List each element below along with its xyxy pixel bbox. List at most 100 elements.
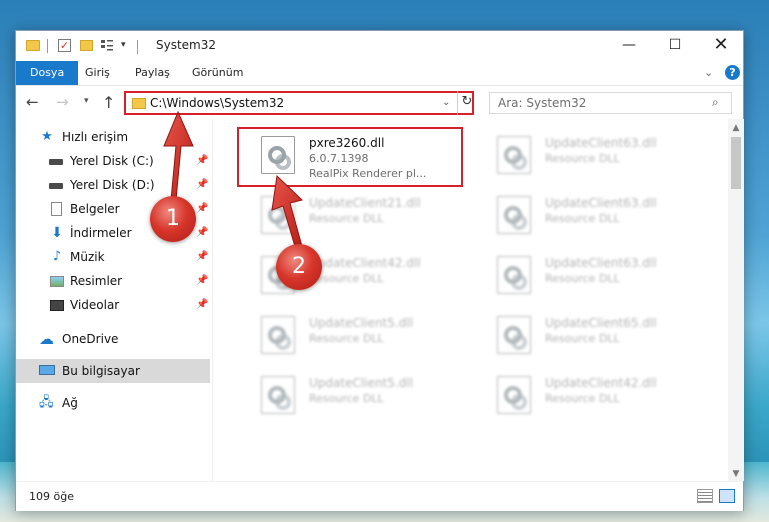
- sidebar-item-pictures[interactable]: Resimler 📌: [16, 269, 210, 293]
- scrollbar-thumb[interactable]: [731, 137, 741, 189]
- sidebar-item-onedrive[interactable]: ☁ OneDrive: [16, 327, 210, 351]
- sidebar-item-quick-access[interactable]: ★ Hızlı erişim: [16, 125, 210, 149]
- tab-view[interactable]: Görünüm: [180, 61, 255, 85]
- window-title: System32: [156, 38, 217, 52]
- sidebar-item-label: İndirmeler: [70, 226, 132, 240]
- new-folder-icon[interactable]: [80, 40, 93, 51]
- sidebar-item-disk-c[interactable]: Yerel Disk (C:) 📌: [16, 149, 210, 173]
- pin-icon[interactable]: 📌: [196, 197, 208, 221]
- properties-check-icon[interactable]: ✓: [58, 39, 71, 52]
- dll-file-icon: [497, 136, 531, 174]
- sidebar-item-label: Bu bilgisayar: [62, 364, 140, 378]
- sidebar-item-label: Yerel Disk (C:): [70, 154, 154, 168]
- sidebar-item-label: Videolar: [70, 298, 120, 312]
- disk-icon: [49, 159, 63, 165]
- dll-file-icon: [497, 256, 531, 294]
- star-icon: ★: [41, 129, 53, 144]
- file-item[interactable]: UpdateClient5.dll Resource DLL: [237, 368, 463, 426]
- file-item[interactable]: UpdateClient42.dll Resource DLL: [237, 248, 463, 306]
- computer-icon: [39, 365, 55, 375]
- file-version: Resource DLL: [309, 332, 384, 345]
- tab-home[interactable]: Giriş: [73, 61, 122, 85]
- file-name: UpdateClient21.dll: [309, 196, 421, 210]
- address-path[interactable]: C:\Windows\System32: [150, 96, 284, 110]
- file-name: UpdateClient5.dll: [309, 376, 413, 390]
- callout-2: 2: [276, 244, 322, 290]
- pin-icon[interactable]: 📌: [196, 245, 208, 269]
- expand-ribbon-chevron-icon[interactable]: ⌄: [704, 66, 713, 79]
- callout-1: 1: [150, 196, 196, 242]
- file-name: UpdateClient42.dll: [309, 256, 421, 270]
- file-item[interactable]: UpdateClient42.dll Resource DLL: [473, 368, 699, 426]
- pin-icon[interactable]: 📌: [196, 221, 208, 245]
- minimize-button[interactable]: —: [606, 31, 652, 61]
- tab-file[interactable]: Dosya: [16, 61, 79, 85]
- sidebar-item-music[interactable]: ♪ Müzik 📌: [16, 245, 210, 269]
- file-item[interactable]: UpdateClient21.dll Resource DLL: [237, 188, 463, 246]
- pin-icon[interactable]: 📌: [196, 293, 208, 317]
- scroll-down-arrow-icon[interactable]: ▼: [728, 469, 744, 479]
- file-version: Resource DLL: [545, 272, 620, 285]
- sidebar-item-label: Hızlı erişim: [62, 130, 129, 144]
- network-icon: 🖧: [39, 395, 54, 410]
- file-name: UpdateClient5.dll: [309, 316, 413, 330]
- sidebar-item-label: OneDrive: [62, 332, 119, 346]
- dll-file-icon: [497, 196, 531, 234]
- dll-file-icon: [261, 316, 295, 354]
- documents-icon: [51, 202, 62, 216]
- forward-arrow-icon[interactable]: →: [56, 93, 69, 111]
- vertical-scrollbar[interactable]: ▲ ▼: [728, 119, 744, 481]
- file-item[interactable]: UpdateClient65.dll Resource DLL: [473, 308, 699, 366]
- file-version: Resource DLL: [545, 152, 620, 165]
- folder-icon: [26, 40, 40, 51]
- status-bar: 109 öğe: [16, 481, 743, 511]
- file-item[interactable]: UpdateClient5.dll Resource DLL: [237, 308, 463, 366]
- maximize-button[interactable]: ☐: [652, 31, 698, 61]
- sidebar-item-this-pc[interactable]: Bu bilgisayar: [16, 359, 210, 383]
- download-icon: ⬇: [51, 225, 63, 241]
- file-name: UpdateClient63.dll: [545, 136, 657, 150]
- tab-share[interactable]: Paylaş: [123, 61, 182, 85]
- dll-file-icon: [497, 316, 531, 354]
- dll-file-icon: [261, 196, 295, 234]
- recent-locations-chevron-icon[interactable]: ▾: [84, 96, 89, 106]
- quick-access-toolbar-icon[interactable]: [100, 39, 114, 52]
- search-placeholder: Ara: System32: [498, 96, 587, 110]
- pin-icon[interactable]: 📌: [196, 269, 208, 293]
- file-item[interactable]: UpdateClient63.dll Resource DLL: [473, 248, 699, 306]
- sidebar-item-label: Müzik: [70, 250, 105, 264]
- file-version: Resource DLL: [545, 332, 620, 345]
- address-history-chevron-icon[interactable]: ⌄: [442, 97, 450, 108]
- sidebar-item-videos[interactable]: Videolar 📌: [16, 293, 210, 317]
- pictures-icon: [50, 276, 64, 287]
- ribbon-tabs: Dosya Giriş Paylaş Görünüm ⌄ ?: [16, 61, 743, 85]
- file-version: Resource DLL: [309, 392, 384, 405]
- scroll-up-arrow-icon[interactable]: ▲: [728, 123, 744, 133]
- file-item[interactable]: UpdateClient63.dll Resource DLL: [473, 128, 699, 186]
- sidebar-item-label: Resimler: [70, 274, 123, 288]
- file-name: UpdateClient42.dll: [545, 376, 657, 390]
- back-arrow-icon[interactable]: ←: [26, 93, 39, 111]
- file-name: UpdateClient65.dll: [545, 316, 657, 330]
- pin-icon[interactable]: 📌: [196, 173, 208, 197]
- navigation-bar: ← → ▾ ↑ C:\Windows\System32 ⌄ ↻ Ara: Sys…: [16, 85, 743, 119]
- file-list: pxre3260.dll 6.0.7.1398 RealPix Renderer…: [213, 119, 728, 481]
- sidebar-item-disk-d[interactable]: Yerel Disk (D:) 📌: [16, 173, 210, 197]
- up-arrow-icon[interactable]: ↑: [102, 93, 115, 112]
- refresh-icon[interactable]: ↻: [457, 91, 476, 115]
- search-icon[interactable]: ⌕: [712, 95, 719, 110]
- details-view-icon[interactable]: [697, 489, 713, 503]
- search-input[interactable]: Ara: System32 ⌕: [489, 92, 732, 114]
- address-bar[interactable]: C:\Windows\System32 ⌄ ↻: [124, 91, 474, 115]
- cloud-icon: ☁: [39, 330, 54, 348]
- file-item[interactable]: UpdateClient63.dll Resource DLL: [473, 188, 699, 246]
- large-icons-view-icon[interactable]: [719, 489, 735, 503]
- help-icon[interactable]: ?: [725, 65, 740, 80]
- sidebar-item-network[interactable]: 🖧 Ağ: [16, 391, 210, 415]
- pin-icon[interactable]: 📌: [196, 149, 208, 173]
- highlight-box: [237, 127, 463, 187]
- file-version: Resource DLL: [545, 392, 620, 405]
- customize-toolbar-chevron-icon[interactable]: ▾: [121, 40, 126, 56]
- close-button[interactable]: ✕: [698, 31, 744, 61]
- sidebar-item-label: Ağ: [62, 396, 78, 410]
